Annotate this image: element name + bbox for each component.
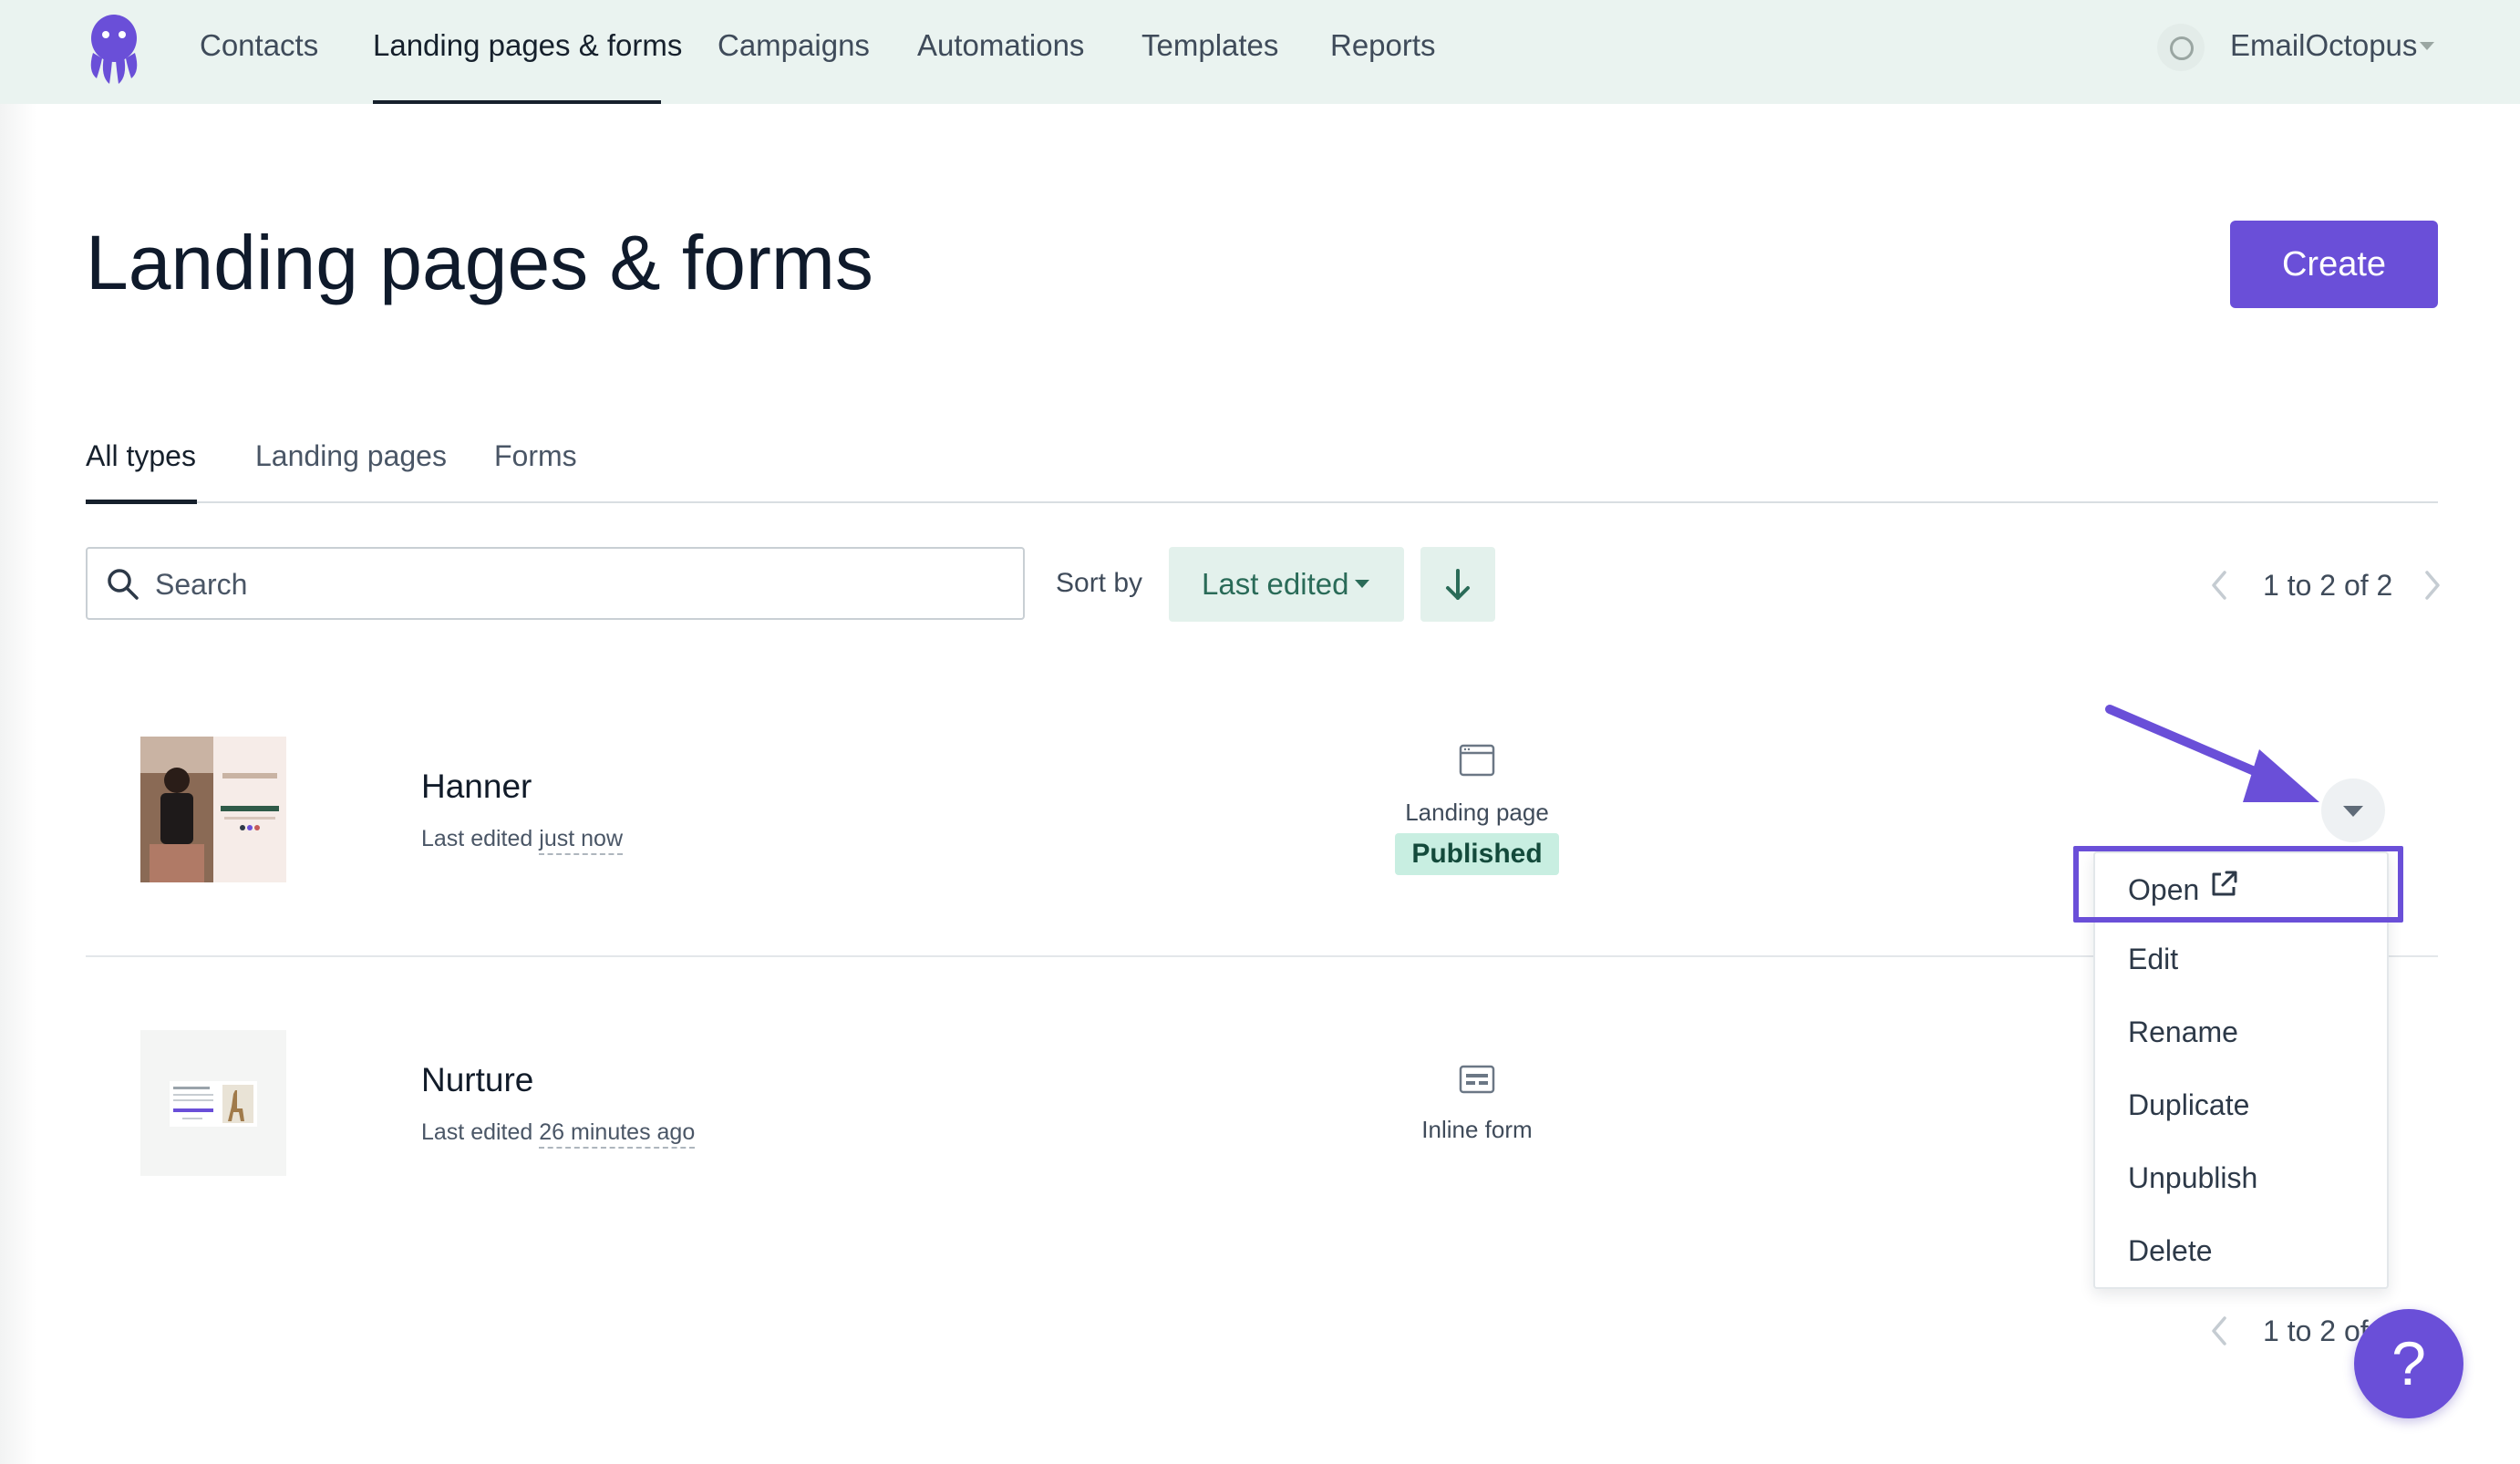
row-last-edited: Last edited 26 minutes ago xyxy=(421,1119,696,1149)
row-name[interactable]: Nurture xyxy=(421,1061,533,1099)
search-input[interactable] xyxy=(153,549,1005,620)
menu-item-rename[interactable]: Rename xyxy=(2128,1016,2238,1049)
create-button[interactable]: Create xyxy=(2230,221,2438,308)
pagination-next-icon[interactable] xyxy=(2418,567,2445,603)
menu-item-unpublish[interactable]: Unpublish xyxy=(2128,1161,2257,1195)
last-edited-time[interactable]: 26 minutes ago xyxy=(539,1119,696,1149)
last-edited-prefix: Last edited xyxy=(421,826,533,851)
tab-landing-pages[interactable]: Landing pages xyxy=(255,428,447,483)
avatar-ring-icon xyxy=(2170,36,2194,60)
nav-templates[interactable]: Templates xyxy=(1141,0,1278,100)
tabs-divider xyxy=(86,501,2438,503)
row-last-edited: Last edited just now xyxy=(421,826,623,855)
nav-reports[interactable]: Reports xyxy=(1330,0,1436,100)
menu-item-duplicate[interactable]: Duplicate xyxy=(2128,1088,2249,1122)
tab-all-types[interactable]: All types xyxy=(86,428,196,483)
account-name[interactable]: EmailOctopus xyxy=(2230,0,2417,91)
page-title: Landing pages & forms xyxy=(86,220,873,305)
landing-page-icon xyxy=(1459,744,1495,777)
account-caret-icon[interactable] xyxy=(2420,42,2434,50)
nav-landing-pages-forms[interactable]: Landing pages & forms xyxy=(373,0,682,100)
tab-forms[interactable]: Forms xyxy=(494,428,577,483)
row-type: Inline form xyxy=(1421,1116,1533,1143)
row-name[interactable]: Hanner xyxy=(421,768,532,806)
nav-contacts[interactable]: Contacts xyxy=(200,0,318,100)
octopus-logo-icon[interactable] xyxy=(84,11,144,86)
nav-automations[interactable]: Automations xyxy=(917,0,1084,100)
pagination-status: 1 to 2 of 2 xyxy=(2263,569,2393,602)
inline-form-icon xyxy=(1459,1065,1495,1094)
nav-active-underline xyxy=(373,100,661,104)
row-divider xyxy=(86,955,2438,957)
search-icon xyxy=(108,569,139,600)
last-edited-prefix: Last edited xyxy=(421,1119,533,1145)
sort-by-label: Sort by xyxy=(1056,568,1143,598)
row-type: Landing page xyxy=(1405,799,1549,826)
last-edited-time[interactable]: just now xyxy=(539,826,623,855)
arrow-down-icon xyxy=(1446,569,1470,600)
sort-direction-button[interactable] xyxy=(1420,547,1495,622)
sort-select[interactable]: Last edited xyxy=(1169,547,1404,622)
annotation-arrow-icon xyxy=(2105,705,2319,802)
inline-form-preview-image xyxy=(140,1030,286,1176)
open-highlight-frame xyxy=(2073,846,2403,923)
pagination-prev-icon[interactable] xyxy=(2206,567,2234,603)
account-avatar[interactable] xyxy=(2157,24,2205,71)
left-edge-shadow xyxy=(0,104,36,1464)
search-box[interactable] xyxy=(86,547,1025,620)
tab-active-underline xyxy=(86,500,197,504)
sort-select-value: Last edited xyxy=(1202,567,1349,601)
menu-item-delete[interactable]: Delete xyxy=(2128,1234,2213,1268)
sort-caret-icon xyxy=(1355,580,1369,588)
landing-page-preview-image xyxy=(140,737,286,882)
help-button[interactable]: ? xyxy=(2354,1309,2463,1418)
thumbnail-hanner[interactable] xyxy=(140,737,286,882)
thumbnail-nurture[interactable] xyxy=(140,1030,286,1176)
nav-campaigns[interactable]: Campaigns xyxy=(718,0,870,100)
status-badge: Published xyxy=(1395,833,1559,875)
pagination-prev-icon[interactable] xyxy=(2206,1313,2234,1349)
menu-item-edit[interactable]: Edit xyxy=(2128,943,2178,976)
